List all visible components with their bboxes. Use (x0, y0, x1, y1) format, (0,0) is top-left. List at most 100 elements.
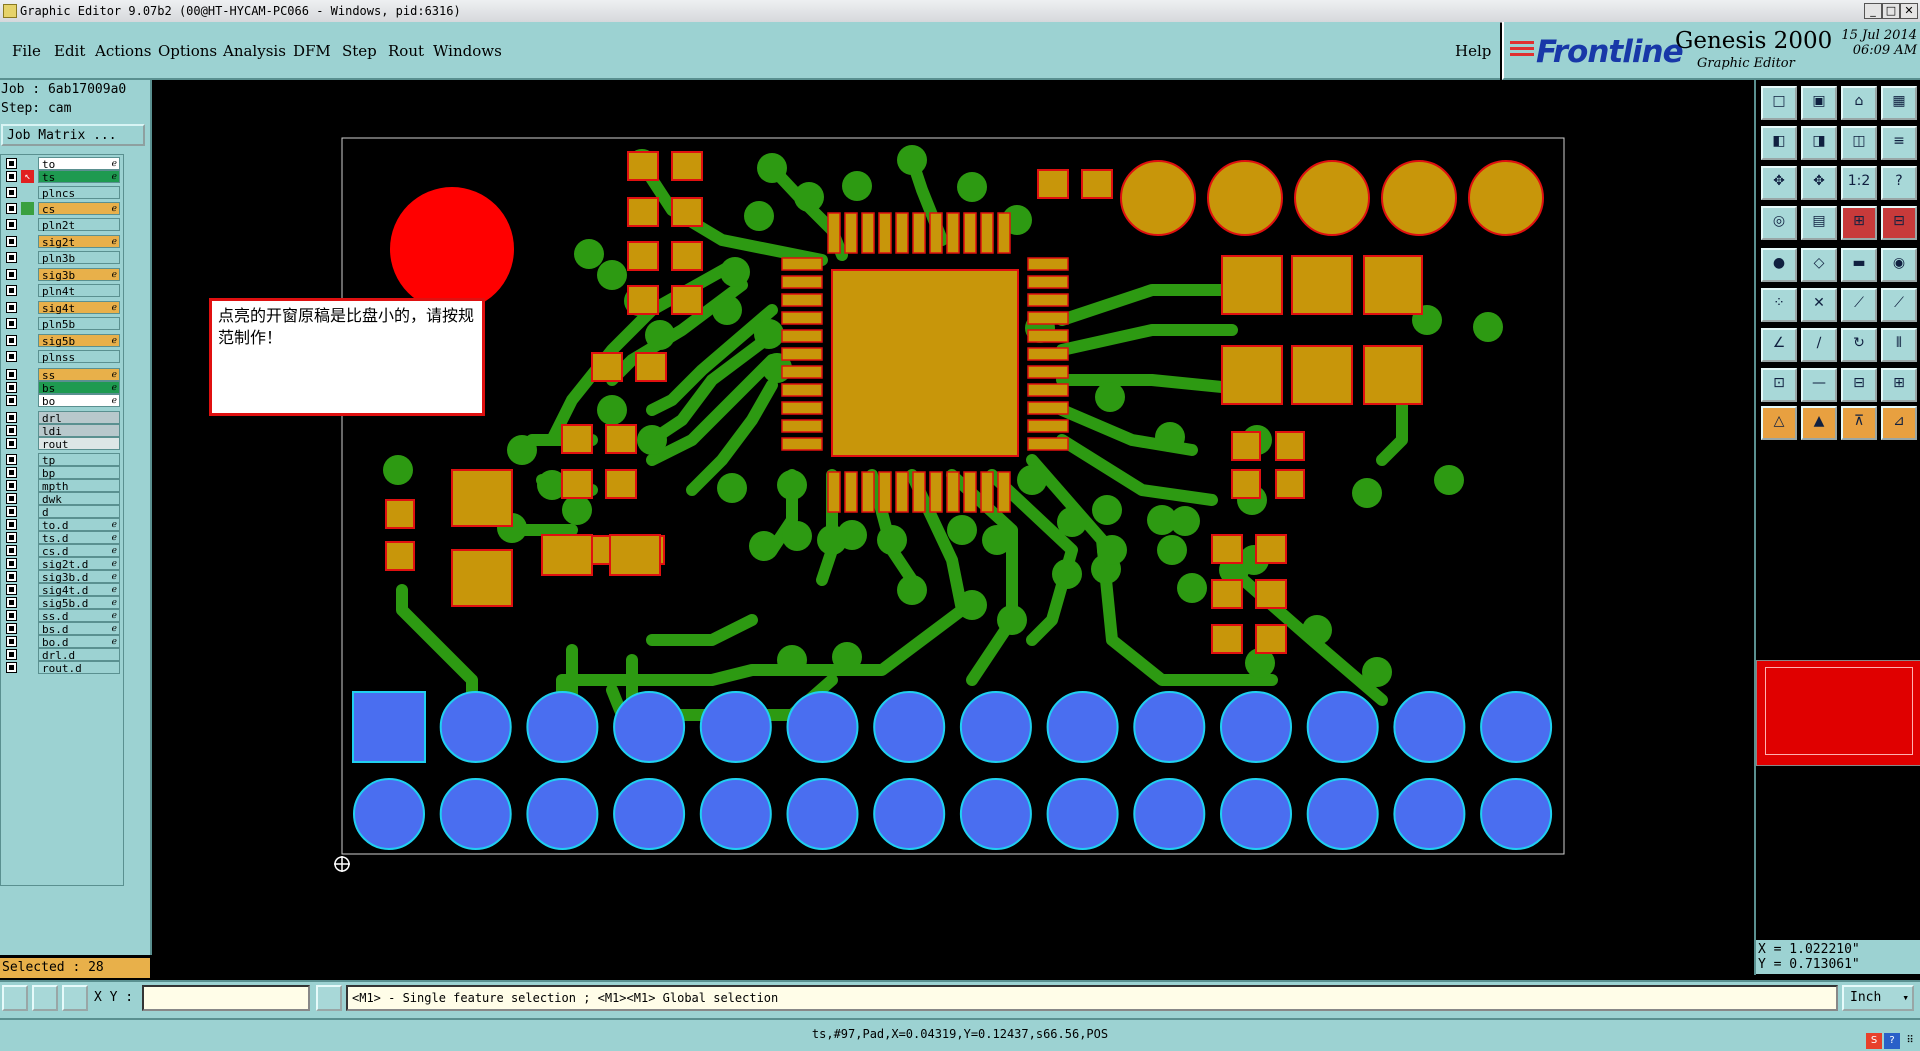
layer-checkbox[interactable] (6, 558, 17, 569)
grid-icon[interactable] (62, 985, 88, 1011)
layer-checkbox[interactable] (6, 454, 17, 465)
qfn-pin-left[interactable] (781, 401, 823, 415)
layer-name[interactable]: bs.d ℯ (38, 622, 120, 636)
smd-pad-12[interactable] (635, 352, 667, 382)
qfn-pin-left[interactable] (781, 293, 823, 307)
tool-button-15[interactable]: ⊞ (1841, 206, 1877, 240)
qfn-pin-bottom[interactable] (980, 471, 994, 513)
alert-icon[interactable] (316, 985, 342, 1011)
connector-pin-bottom-7[interactable] (873, 778, 946, 850)
connector-pin-top-5[interactable] (699, 691, 772, 763)
maximize-button[interactable]: □ (1882, 3, 1900, 19)
pcb-drawing[interactable] (152, 80, 1752, 975)
layer-checkbox[interactable] (6, 382, 17, 393)
layer-name[interactable]: drl (38, 411, 120, 425)
via-7[interactable] (957, 172, 987, 202)
connector-pin-top-6[interactable] (786, 691, 859, 763)
tool-button-33[interactable]: △ (1761, 406, 1797, 440)
smd-pad-35[interactable] (1221, 255, 1283, 315)
via-6[interactable] (842, 171, 872, 201)
connector-pin-top-2[interactable] (439, 691, 512, 763)
layer-row-ss-d[interactable]: ss.d ℯ (4, 609, 120, 623)
layer-name[interactable]: ldi (38, 424, 120, 438)
layer-marker[interactable] (21, 635, 34, 648)
layer-row-sig3b[interactable]: sig3b ℯ (4, 268, 120, 282)
layer-checkbox[interactable] (6, 545, 17, 556)
layer-marker[interactable] (21, 437, 34, 450)
connector-pin-bottom-4[interactable] (613, 778, 686, 850)
smd-pad-28[interactable] (1255, 579, 1287, 609)
qfn-pin-top[interactable] (980, 212, 994, 254)
qfn-pin-right[interactable] (1027, 437, 1069, 451)
smd-pad-9[interactable] (1037, 169, 1069, 199)
smd-pad-25[interactable] (1211, 534, 1243, 564)
tool-button-10[interactable]: ✥ (1801, 166, 1837, 200)
layer-row-pln3b[interactable]: pln3b (4, 251, 120, 265)
layer-checkbox[interactable] (6, 318, 17, 329)
qfn-pin-right[interactable] (1027, 275, 1069, 289)
layer-checkbox[interactable] (6, 171, 17, 182)
units-dropdown[interactable]: Inch ▾ (1842, 985, 1914, 1011)
connector-pin-bottom-11[interactable] (1220, 778, 1292, 850)
layer-row-ts[interactable]: ↖ ts ℯ (4, 170, 120, 184)
smd-pad-8[interactable] (671, 285, 703, 315)
menu-file[interactable]: File (12, 42, 41, 60)
layer-row-bp[interactable]: bp (4, 466, 120, 480)
menu-dfm[interactable]: DFM (293, 42, 331, 60)
smd-pad-24[interactable] (1275, 469, 1305, 499)
via-48[interactable] (1352, 478, 1382, 508)
layer-marker[interactable] (21, 505, 34, 518)
layer-marker[interactable] (21, 202, 34, 215)
qfn-pin-right[interactable] (1027, 365, 1069, 379)
layer-checkbox[interactable] (6, 335, 17, 346)
layer-row-ss[interactable]: ss ℯ (4, 368, 120, 382)
layer-checkbox[interactable] (6, 369, 17, 380)
menu-options[interactable]: Options (158, 42, 217, 60)
tool-button-6[interactable]: ◨ (1801, 126, 1837, 160)
tool-button-17[interactable]: ● (1761, 248, 1797, 282)
tool-button-28[interactable]: ⫴ (1881, 328, 1917, 362)
connector-pin-bottom-2[interactable] (439, 778, 512, 850)
via-53[interactable] (1177, 573, 1207, 603)
layer-row-plncs[interactable]: plncs (4, 186, 120, 200)
trace-18[interactable] (1056, 324, 1238, 356)
job-matrix-button[interactable]: Job Matrix ... (1, 124, 145, 146)
via-37[interactable] (1057, 507, 1087, 537)
layer-name[interactable]: bo ℯ (38, 394, 120, 408)
menu-help[interactable]: Help (1455, 42, 1491, 60)
layer-name[interactable]: to ℯ (38, 157, 120, 171)
qfn-pin-top[interactable] (844, 212, 858, 254)
layer-name[interactable]: rout (38, 437, 120, 451)
layer-name[interactable]: rout.d (38, 661, 120, 675)
menu-step[interactable]: Step (342, 42, 377, 60)
layer-row-plnss[interactable]: plnss (4, 350, 120, 364)
layer-row-cs-d[interactable]: cs.d ℯ (4, 544, 120, 558)
qfn-pin-left[interactable] (781, 383, 823, 397)
layer-marker[interactable] (21, 453, 34, 466)
via-41[interactable] (1097, 535, 1127, 565)
via-5[interactable] (897, 145, 927, 175)
tool-button-19[interactable]: ▬ (1841, 248, 1877, 282)
via-57[interactable] (1170, 506, 1200, 536)
connector-pin-bottom-14[interactable] (1480, 778, 1553, 850)
qfn-pin-bottom[interactable] (997, 471, 1011, 513)
layer-marker[interactable] (21, 570, 34, 583)
connector-pin-bottom-12[interactable] (1306, 778, 1379, 850)
tool-button-34[interactable]: ▲ (1801, 406, 1837, 440)
menu-actions[interactable]: Actions (95, 42, 151, 60)
connector-pin-bottom-6[interactable] (786, 778, 859, 850)
smd-pad-7[interactable] (627, 285, 659, 315)
connector-pin-top-8[interactable] (959, 691, 1032, 763)
layer-marker[interactable] (21, 284, 34, 297)
layer-checkbox[interactable] (6, 236, 17, 247)
tray-help-icon[interactable]: ? (1884, 1033, 1900, 1049)
layer-row-ldi[interactable]: ldi (4, 424, 120, 438)
via-17[interactable] (597, 395, 627, 425)
via-40[interactable] (1092, 495, 1122, 525)
layer-name[interactable]: sig4t.d ℯ (38, 583, 120, 597)
qfn-pin-bottom[interactable] (878, 471, 892, 513)
work-layer-icon[interactable]: ↖ (21, 170, 34, 183)
via-14[interactable] (645, 320, 675, 350)
tool-button-9[interactable]: ✥ (1761, 166, 1797, 200)
qfn-pin-bottom[interactable] (946, 471, 960, 513)
